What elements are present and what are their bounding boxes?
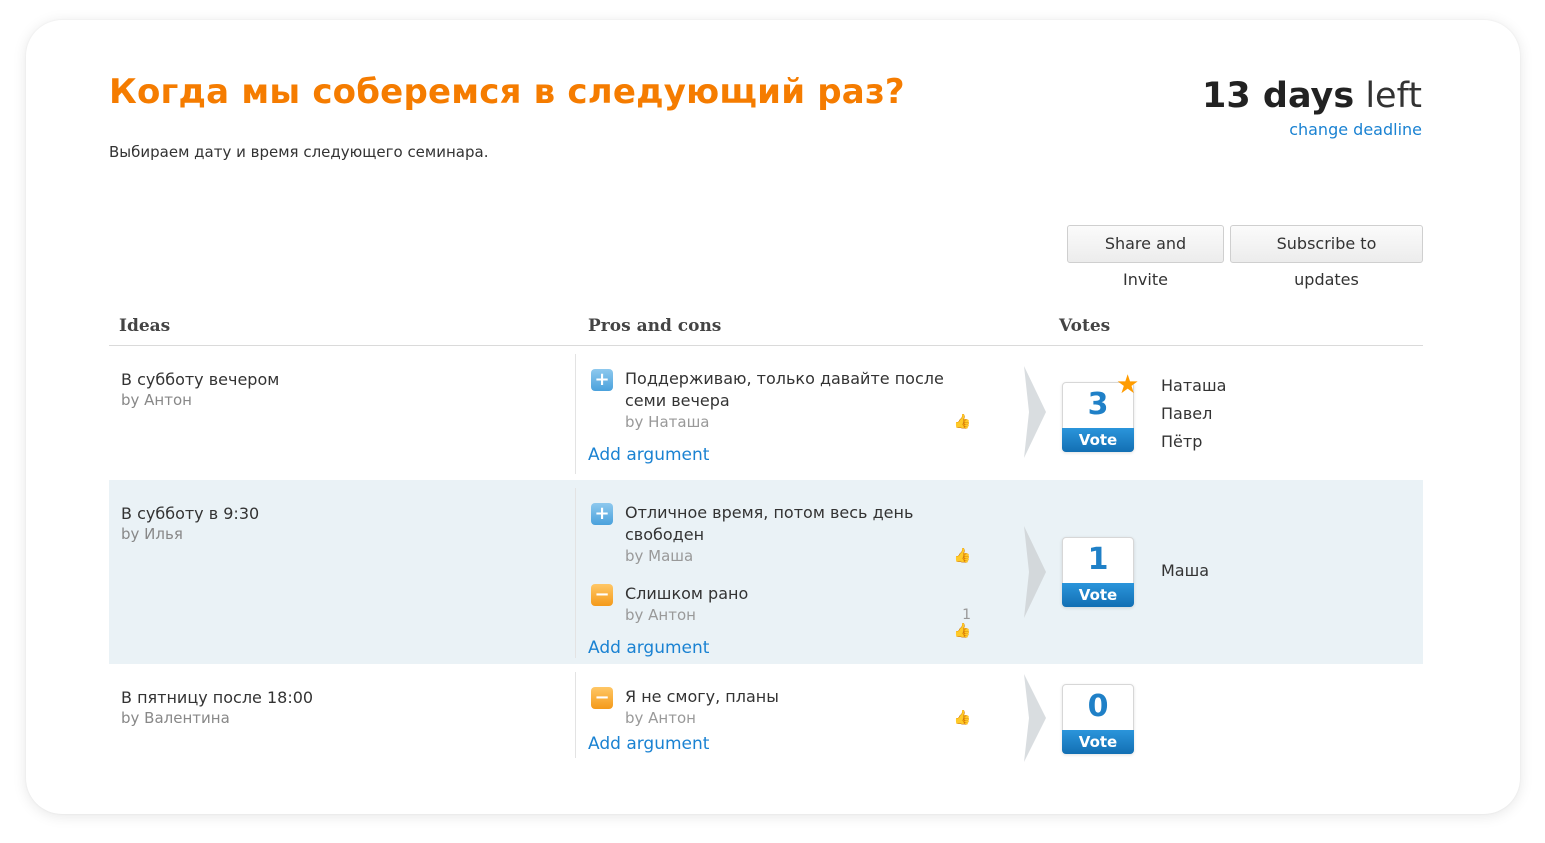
- plus-icon: +: [591, 503, 613, 525]
- vote-box[interactable]: 0 Vote: [1062, 684, 1134, 754]
- col-ideas: Ideas: [119, 316, 171, 336]
- argument-item: + Отличное время, потом весь день свободе…: [591, 502, 971, 566]
- add-argument-link[interactable]: Add argument: [588, 638, 709, 658]
- argument-text: Поддерживаю, только давайте после семи ве…: [625, 369, 944, 410]
- argument-author: by Антон: [625, 709, 696, 727]
- minus-icon: −: [591, 584, 613, 606]
- vote-button[interactable]: Vote: [1062, 583, 1134, 607]
- share-invite-button[interactable]: Share and Invite: [1067, 225, 1224, 289]
- thumbs-up-icon: 👍: [953, 710, 971, 726]
- poll-card: Когда мы соберемся в следующий раз? Выби…: [26, 20, 1520, 814]
- argument-item: − Я не смогу, планы by Антон 👍: [591, 686, 971, 728]
- argument-author: by Маша: [625, 547, 694, 565]
- idea-cell: В субботу в 9:30 by Илья: [121, 504, 259, 543]
- page-title: Когда мы соберемся в следующий раз?: [109, 72, 905, 112]
- argument-text: Я не смогу, планы: [625, 687, 779, 706]
- days-left: 13 days left: [1202, 74, 1422, 118]
- deadline-block: 13 days left change deadline: [1202, 74, 1422, 139]
- like-button[interactable]: 1 👍: [941, 607, 971, 639]
- add-argument-link[interactable]: Add argument: [588, 734, 709, 754]
- voters-list: Наташа Павел Пётр: [1161, 372, 1226, 456]
- chevron-right-icon: [1024, 526, 1046, 618]
- vote-count: 1: [1087, 542, 1109, 577]
- col-pros-cons: Pros and cons: [588, 316, 722, 336]
- argument-item: + Поддерживаю, только давайте после семи …: [591, 368, 971, 432]
- idea-title: В субботу вечером: [121, 370, 280, 389]
- add-argument-link[interactable]: Add argument: [588, 445, 709, 465]
- argument-text: Слишком рано: [625, 584, 749, 603]
- idea-author: by Антон: [121, 391, 192, 409]
- minus-icon: −: [591, 687, 613, 709]
- vote-button[interactable]: Vote: [1062, 428, 1134, 452]
- idea-author: by Илья: [121, 525, 183, 543]
- page-subtitle: Выбираем дату и время следующего семинар…: [109, 143, 489, 161]
- subscribe-button[interactable]: Subscribe to updates: [1230, 225, 1423, 289]
- idea-author: by Валентина: [121, 709, 230, 727]
- idea-cell: В пятницу после 18:00 by Валентина: [121, 688, 313, 727]
- voter-name: Маша: [1161, 561, 1210, 580]
- vote-box[interactable]: 1 Vote: [1062, 537, 1134, 607]
- column-divider: [575, 488, 576, 658]
- voters-list: Маша: [1161, 557, 1209, 585]
- star-icon: ★: [1116, 370, 1140, 400]
- column-divider: [575, 354, 576, 474]
- like-button[interactable]: 👍: [941, 414, 971, 430]
- days-suffix: left: [1365, 76, 1422, 116]
- idea-title: В субботу в 9:30: [121, 504, 260, 523]
- days-count: 13 days: [1202, 76, 1355, 116]
- idea-cell: В субботу вечером by Антон: [121, 370, 279, 409]
- argument-text: Отличное время, потом весь день свободен: [625, 503, 914, 544]
- voter-name: Пётр: [1161, 432, 1203, 451]
- chevron-right-icon: [1024, 674, 1046, 762]
- col-votes: Votes: [1059, 316, 1111, 336]
- vote-count: 0: [1087, 689, 1109, 724]
- thumbs-up-icon: 👍: [953, 623, 971, 639]
- change-deadline-link[interactable]: change deadline: [1202, 120, 1422, 139]
- like-button[interactable]: 👍: [941, 710, 971, 726]
- chevron-right-icon: [1024, 366, 1046, 458]
- thumbs-up-icon: 👍: [953, 548, 971, 564]
- idea-row: В субботу в 9:30 by Илья + Отличное врем…: [109, 480, 1423, 664]
- voter-name: Павел: [1161, 404, 1213, 423]
- plus-icon: +: [591, 369, 613, 391]
- voter-name: Наташа: [1161, 376, 1227, 395]
- table-header: Ideas Pros and cons Votes: [109, 316, 1423, 346]
- argument-author: by Наташа: [625, 413, 710, 431]
- argument-author: by Антон: [625, 606, 696, 624]
- idea-title: В пятницу после 18:00: [121, 688, 314, 707]
- idea-row: В субботу вечером by Антон + Поддерживаю…: [109, 346, 1423, 480]
- column-divider: [575, 672, 576, 758]
- like-button[interactable]: 👍: [941, 548, 971, 564]
- argument-item: − Слишком рано by Антон 1 👍: [591, 583, 971, 639]
- idea-row: В пятницу после 18:00 by Валентина − Я н…: [109, 664, 1423, 764]
- thumbs-up-icon: 👍: [953, 414, 971, 430]
- vote-button[interactable]: Vote: [1062, 730, 1134, 754]
